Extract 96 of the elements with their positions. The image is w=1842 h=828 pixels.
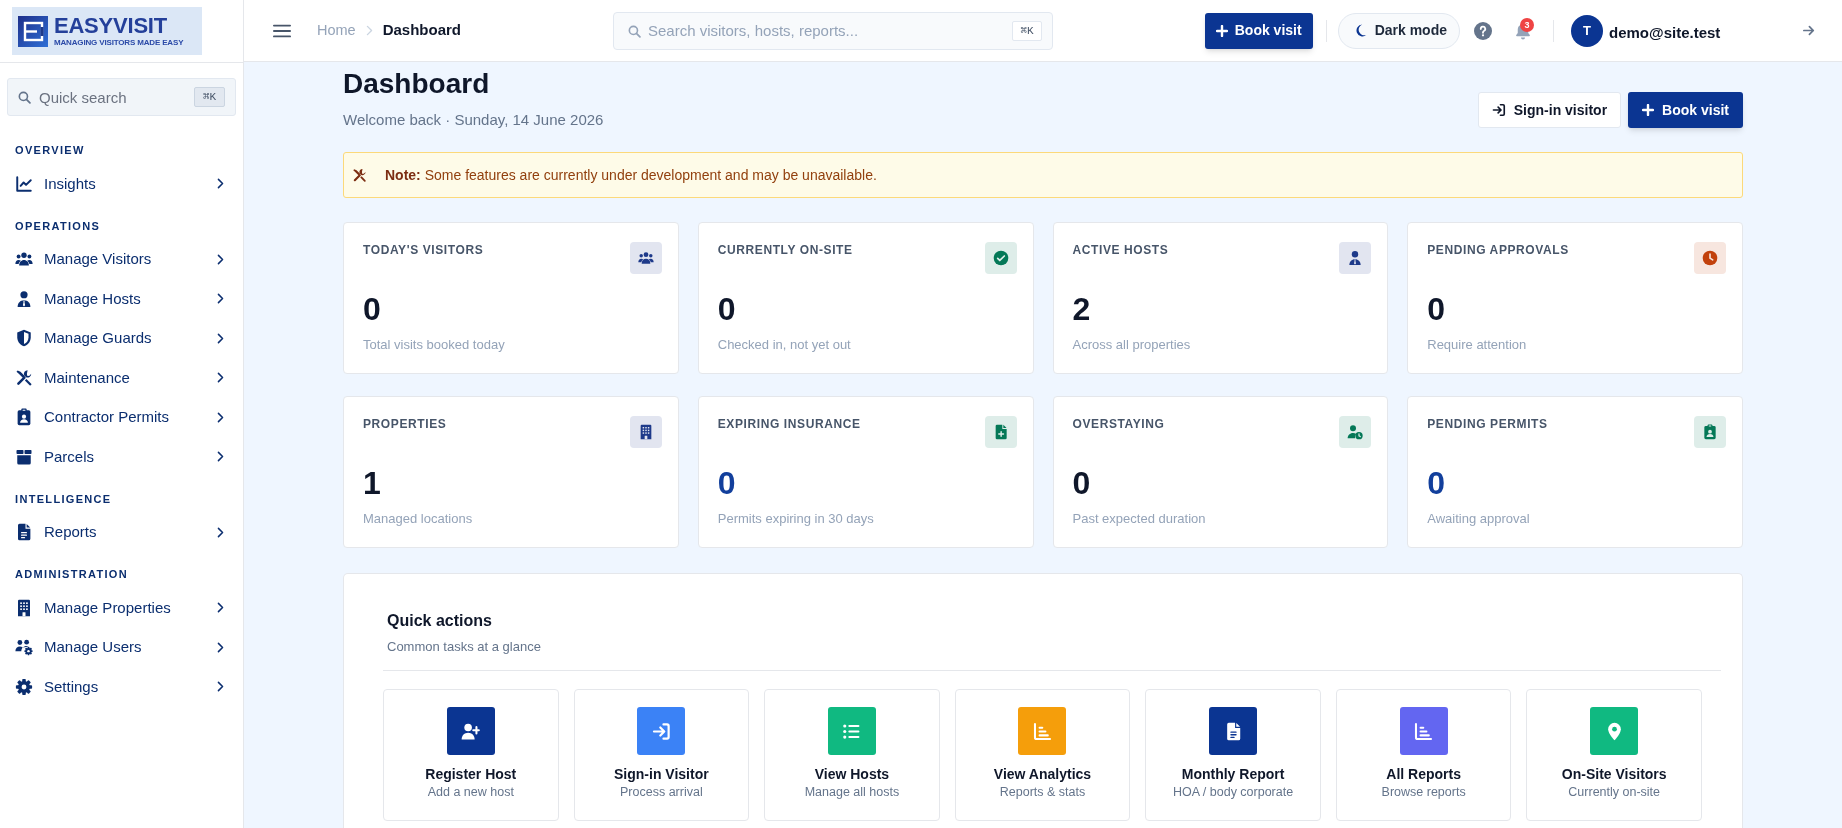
document-icon bbox=[15, 523, 33, 542]
shortcut-key: ⌘K bbox=[194, 87, 225, 107]
quick-action-tile[interactable]: On-Site Visitors Currently on-site bbox=[1526, 689, 1702, 821]
user-tie-icon bbox=[1339, 242, 1372, 274]
logo[interactable]: EASYVISIT MANAGING VISITORS MADE EASY bbox=[12, 7, 202, 55]
action-label: All Reports bbox=[1386, 765, 1461, 783]
quick-action-tile[interactable]: Register Host Add a new host bbox=[383, 689, 559, 821]
action-label: View Hosts bbox=[814, 765, 890, 783]
quick-action-tile[interactable]: All Reports Browse reports bbox=[1335, 689, 1512, 821]
stat-caption: Past expected duration bbox=[1072, 510, 1206, 528]
action-caption: Currently on-site bbox=[1568, 784, 1661, 801]
section-heading: OVERVIEW bbox=[15, 143, 85, 158]
line-chart-icon bbox=[15, 174, 33, 193]
quick-action-tile[interactable]: Sign-in Visitor Process arrival bbox=[573, 689, 750, 821]
action-caption: Manage all hosts bbox=[804, 784, 900, 801]
action-label: On-Site Visitors bbox=[1561, 765, 1667, 783]
moon-icon bbox=[1354, 24, 1367, 37]
book-visit-button[interactable]: Book visit bbox=[1204, 12, 1313, 49]
stat-label: PENDING PERMITS bbox=[1427, 416, 1548, 432]
stat-label: CURRENTLY ON-SITE bbox=[717, 242, 853, 258]
stat-label: TODAY'S VISITORS bbox=[363, 242, 484, 258]
section-title: Quick actions bbox=[387, 611, 492, 631]
stat-label: PROPERTIES bbox=[363, 416, 447, 432]
menu-icon[interactable] bbox=[273, 23, 291, 38]
stat-value: 0 bbox=[717, 465, 736, 501]
stat-value: 2 bbox=[1072, 291, 1091, 327]
user-clock-icon bbox=[1339, 416, 1372, 448]
users-icon bbox=[629, 242, 662, 274]
settings-icon bbox=[15, 677, 33, 696]
action-caption: Process arrival bbox=[620, 784, 703, 801]
section-heading: ADMINISTRATION bbox=[15, 567, 128, 582]
notification-badge: 3 bbox=[1520, 17, 1534, 32]
stat-caption: Permits expiring in 30 days bbox=[717, 510, 874, 528]
stat-label: PENDING APPROVALS bbox=[1427, 242, 1569, 258]
quick-action-tile[interactable]: View Analytics Reports & stats bbox=[954, 689, 1131, 821]
crossed-tools-icon bbox=[352, 167, 367, 183]
dark-mode-button[interactable]: Dark mode bbox=[1337, 12, 1460, 49]
logo-tagline: MANAGING VISITORS MADE EASY bbox=[54, 37, 184, 48]
stat-value: 0 bbox=[1427, 465, 1446, 501]
logo-mark-icon bbox=[18, 15, 48, 47]
stat-label: EXPIRING INSURANCE bbox=[717, 416, 861, 432]
building-icon bbox=[629, 416, 662, 448]
quick-action-tile[interactable]: Monthly Report HOA / body corporate bbox=[1145, 689, 1321, 821]
arrow-right-icon[interactable] bbox=[1803, 25, 1815, 36]
notice-text: Note: Some features are currently under development and may be unavailable. bbox=[385, 165, 877, 185]
section-subtitle: Common tasks at a glance bbox=[387, 638, 541, 656]
building-icon bbox=[15, 598, 33, 617]
plus-icon bbox=[1642, 104, 1655, 116]
user-tie-icon bbox=[15, 289, 33, 308]
box-icon bbox=[15, 447, 33, 466]
stat-label: ACTIVE HOSTS bbox=[1072, 242, 1169, 258]
action-caption: Browse reports bbox=[1381, 784, 1466, 801]
stat-caption: Checked in, not yet out bbox=[717, 336, 851, 354]
stat-caption: Total visits booked today bbox=[363, 336, 505, 354]
users-gear-icon bbox=[15, 638, 33, 657]
action-caption: Add a new host bbox=[427, 784, 514, 801]
crossed-tools-icon bbox=[15, 368, 33, 387]
page-subtitle: Welcome back · Sunday, 14 June 2026 bbox=[343, 110, 604, 130]
id-badge-icon bbox=[1694, 416, 1726, 448]
id-badge-icon bbox=[15, 408, 33, 427]
stat-label: OVERSTAYING bbox=[1072, 416, 1165, 432]
clock-icon bbox=[1694, 242, 1726, 274]
section-heading: OPERATIONS bbox=[15, 218, 101, 234]
user-avatar[interactable]: T bbox=[1571, 14, 1603, 47]
quick-action-tile[interactable]: View Hosts Manage all hosts bbox=[764, 689, 940, 821]
action-label: Sign-in Visitor bbox=[614, 765, 709, 783]
breadcrumb-link[interactable]: Dashboard bbox=[382, 19, 462, 42]
stat-value: 0 bbox=[717, 291, 736, 327]
logo-wordmark: EASYVISIT bbox=[54, 14, 167, 37]
shield-icon bbox=[15, 329, 33, 348]
section-heading: INTELLIGENCE bbox=[15, 491, 112, 507]
action-label: Register Host bbox=[425, 765, 517, 783]
stat-value: 0 bbox=[1072, 465, 1091, 501]
action-label: Monthly Report bbox=[1181, 765, 1285, 783]
file-plus-icon bbox=[984, 416, 1017, 448]
page-title: Dashboard bbox=[343, 67, 490, 101]
plus-icon bbox=[1215, 24, 1228, 37]
search-icon bbox=[628, 24, 641, 38]
help-icon[interactable] bbox=[1474, 21, 1492, 40]
stat-caption: Across all properties bbox=[1072, 336, 1191, 354]
sign-in-visitor-button[interactable]: Sign-in visitor bbox=[1477, 92, 1622, 128]
sign-in-icon bbox=[1491, 103, 1506, 117]
action-label: View Analytics bbox=[993, 765, 1092, 783]
user-email: demo@site.test bbox=[1609, 23, 1721, 44]
shortcut-key: ⌘K bbox=[1012, 20, 1042, 41]
search-icon bbox=[18, 91, 31, 104]
book-visit-button[interactable]: Book visit bbox=[1628, 92, 1743, 128]
stat-caption: Awaiting approval bbox=[1427, 510, 1530, 528]
action-caption: HOA / body corporate bbox=[1172, 784, 1294, 801]
stat-value: 0 bbox=[1427, 291, 1446, 327]
chevron-right-icon bbox=[365, 25, 373, 36]
stat-caption: Managed locations bbox=[363, 510, 473, 528]
stat-caption: Require attention bbox=[1427, 336, 1527, 354]
stat-value: 1 bbox=[363, 465, 381, 501]
stat-value: 0 bbox=[363, 291, 381, 327]
action-caption: Reports & stats bbox=[999, 784, 1086, 801]
